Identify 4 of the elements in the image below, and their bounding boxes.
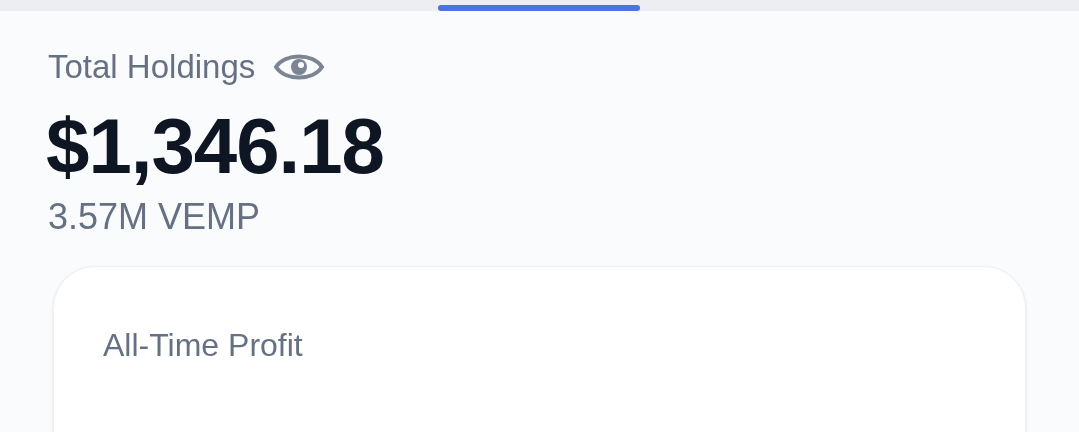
token-amount: 3.57M VEMP	[47, 195, 262, 239]
holdings-label: Total Holdings	[48, 47, 256, 87]
profit-label: All-Time Profit	[103, 327, 303, 363]
holdings-value: $1,346.18	[45, 101, 385, 191]
